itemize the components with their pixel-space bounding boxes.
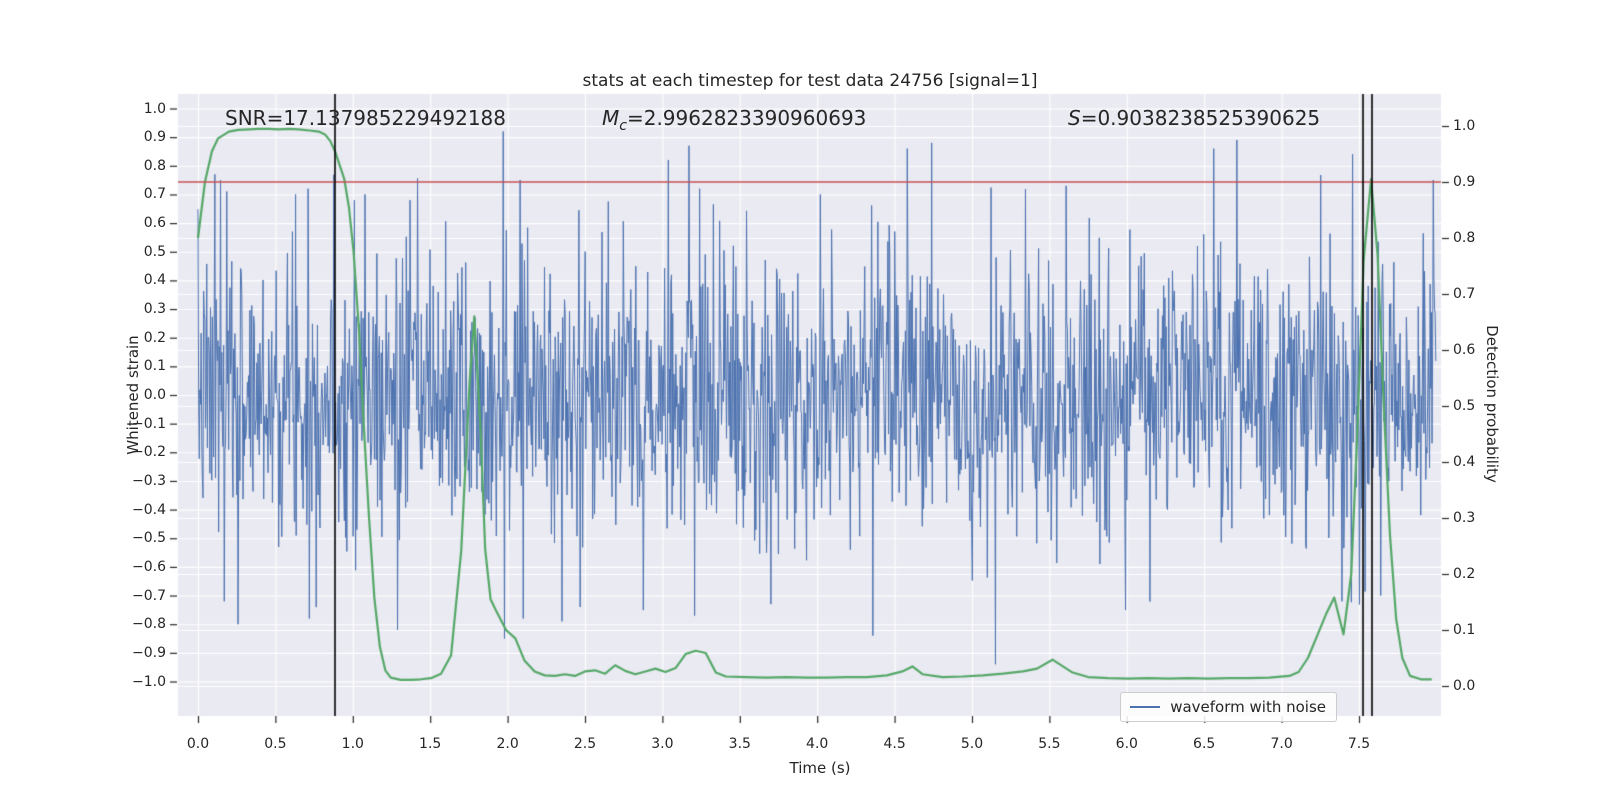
left-tick-label: −0.4 [132,501,166,518]
x-tick-label: 7.0 [1270,736,1293,752]
left-tick-label: 0.8 [143,157,166,174]
left-tick-label: 0.2 [143,329,166,346]
left-tick-label: 0.1 [143,358,166,375]
x-tick-label: 2.5 [573,736,597,752]
right-tick-label: 0.7 [1453,286,1476,302]
x-tick-label: 2.0 [496,736,519,752]
annotation-mc-subscript: c [619,118,627,134]
figure: stats at each timestep for test data 247… [0,0,1600,800]
left-tick-label: −0.7 [132,587,166,604]
x-tick-label: 1.0 [341,736,364,752]
left-tick-label: 0.0 [143,387,166,403]
x-tick-label: 3.0 [651,736,674,752]
left-tick-label: −0.8 [132,616,166,633]
x-tick-label: 6.5 [1193,736,1216,752]
annotation-snr: SNR=17.137985229492188 [225,106,506,130]
left-tick-label: −0.6 [132,558,166,575]
x-tick-label: 5.5 [1038,736,1061,752]
right-tick-label: 1.0 [1453,118,1476,134]
x-tick-label: 1.5 [419,736,442,752]
x-tick-label: 0.5 [264,736,287,752]
chart-title: stats at each timestep for test data 247… [582,71,1038,91]
annotation-s-value: =0.9038238525390625 [1080,106,1321,130]
annotation-s-prefix: S [1068,106,1081,130]
x-tick-label: 0.0 [186,736,210,752]
left-tick-label: −0.5 [132,530,166,547]
left-tick-label: −1.0 [132,673,166,690]
left-tick-label: 0.5 [143,243,166,260]
annotation-snr-value: =17.137985229492188 [266,106,506,130]
left-tick-label: 0.3 [143,301,166,318]
legend: waveform with noise [1120,692,1337,722]
left-tick-label: −0.2 [132,444,166,461]
right-tick-label: 0.9 [1453,174,1476,190]
left-tick-label: −0.9 [132,644,166,661]
y-axis-label-left: Whitened strain [124,335,142,455]
legend-label: waveform with noise [1170,698,1326,716]
annotation-mc-prefix: M [602,106,620,130]
left-tick-label: 0.7 [143,186,166,203]
legend-line-sample [1130,706,1161,708]
x-axis-label: Time (s) [789,759,851,777]
right-tick-label: 0.8 [1453,230,1476,246]
right-tick-label: 0.3 [1453,510,1476,526]
x-tick-label: 3.5 [728,736,751,752]
right-tick-label: 0.0 [1453,678,1476,694]
left-tick-label: 0.9 [143,129,166,146]
left-tick-label: −0.3 [132,472,166,489]
left-tick-label: 1.0 [143,100,166,117]
left-tick-label: 0.4 [143,272,166,289]
x-tick-label: 4.0 [806,736,829,752]
left-tick-label: 0.6 [143,215,166,232]
right-tick-label: 0.4 [1453,454,1476,470]
annotation-s-stat: S=0.9038238525390625 [1068,106,1320,130]
annotation-chirp-mass: Mc=2.9962823390960693 [602,106,866,134]
x-tick-label: 6.0 [1115,736,1138,752]
x-tick-label: 4.5 [883,736,906,752]
annotation-mc-value: =2.9962823390960693 [626,106,867,130]
x-tick-label: 5.0 [960,736,984,752]
x-tick-label: 7.5 [1347,736,1371,752]
y-axis-label-right: Detection probability [1483,325,1501,483]
annotation-snr-prefix: SNR [225,106,267,130]
right-tick-label: 0.6 [1453,342,1476,358]
left-tick-label: −0.1 [132,415,166,432]
right-tick-label: 0.1 [1453,622,1476,638]
right-tick-label: 0.5 [1453,398,1476,414]
right-tick-label: 0.2 [1453,566,1476,582]
